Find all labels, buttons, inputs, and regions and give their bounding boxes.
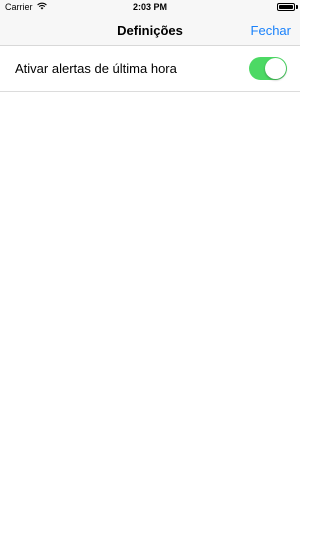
battery-tip	[296, 5, 298, 9]
status-time: 2:03 PM	[132, 2, 167, 12]
breaking-alerts-toggle[interactable]	[249, 57, 287, 80]
toggle-knob	[265, 58, 286, 79]
battery-level-fill	[279, 5, 293, 9]
breaking-alerts-label: Ativar alertas de última hora	[15, 61, 177, 76]
close-button[interactable]: Fechar	[251, 23, 291, 38]
navigation-bar: Definições Fechar	[0, 14, 300, 46]
status-bar: Carrier 2:03 PM	[0, 0, 300, 14]
battery-icon	[277, 3, 295, 11]
